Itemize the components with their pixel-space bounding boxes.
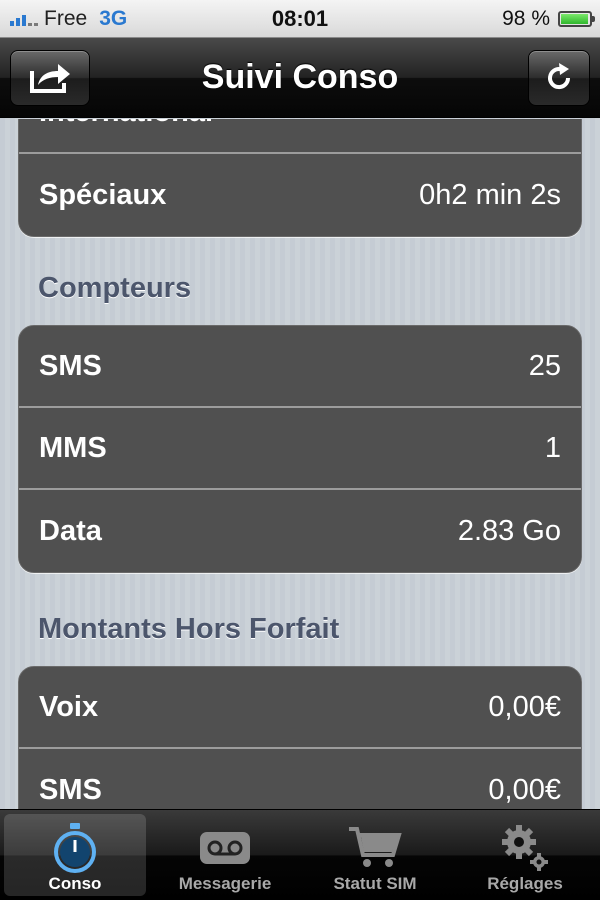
table-row-speciaux[interactable]: Spéciaux 0h2 min 2s bbox=[19, 154, 581, 236]
row-value: 0,00€ bbox=[488, 773, 561, 806]
row-label: Spéciaux bbox=[39, 178, 167, 211]
page-title: Suivi Conso bbox=[201, 58, 399, 96]
refresh-icon bbox=[548, 63, 571, 90]
row-value: 2.83 Go bbox=[457, 514, 561, 547]
gears-icon bbox=[495, 820, 555, 876]
section-header-compteurs: Compteurs bbox=[38, 272, 192, 304]
tab-label: Réglages bbox=[487, 874, 563, 893]
share-icon bbox=[30, 64, 70, 93]
tab-bar: Conso Messagerie Statut SIM Réglages bbox=[0, 809, 600, 900]
row-label: SMS bbox=[39, 773, 102, 806]
tab-label: Statut SIM bbox=[333, 874, 417, 893]
row-label: SMS bbox=[39, 349, 102, 382]
table-row-data[interactable]: Data 2.83 Go bbox=[19, 490, 581, 572]
battery-icon bbox=[558, 11, 595, 27]
row-label: Voix bbox=[39, 690, 99, 723]
status-bar: Free 3G 08:01 98 % bbox=[0, 0, 600, 38]
table-row-mms[interactable]: MMS 1 bbox=[19, 408, 581, 490]
stopwatch-icon bbox=[45, 820, 105, 876]
cart-icon bbox=[345, 820, 405, 876]
counters-group: SMS 25 MMS 1 Data 2.83 Go bbox=[18, 325, 582, 573]
battery-percent: 98 % bbox=[502, 7, 550, 30]
row-value: 0,00€ bbox=[488, 690, 561, 723]
row-value: 25 bbox=[528, 349, 561, 382]
row-label: Data bbox=[39, 514, 102, 547]
row-label: International bbox=[39, 119, 213, 129]
voicemail-icon bbox=[195, 820, 255, 876]
table-row-sms[interactable]: SMS 25 bbox=[19, 326, 581, 408]
row-label: MMS bbox=[39, 431, 107, 464]
status-right: 98 % bbox=[502, 6, 595, 32]
tab-messagerie[interactable]: Messagerie bbox=[150, 810, 300, 900]
tab-label: Messagerie bbox=[178, 874, 272, 893]
table-row-sms-amount[interactable]: SMS 0,00€ bbox=[19, 749, 581, 809]
table-row-voix[interactable]: Voix 0,00€ bbox=[19, 667, 581, 749]
tab-label: Conso bbox=[48, 874, 102, 893]
table-row-international[interactable]: International bbox=[19, 119, 581, 154]
share-button[interactable] bbox=[10, 50, 90, 106]
tab-reglages[interactable]: Réglages bbox=[450, 810, 600, 900]
refresh-button[interactable] bbox=[528, 50, 590, 106]
out-of-plan-group: Voix 0,00€ SMS 0,00€ bbox=[18, 666, 582, 809]
row-value: 0h2 min 2s bbox=[419, 178, 561, 211]
content-scroll-area[interactable]: International Spéciaux 0h2 min 2s Compte… bbox=[0, 119, 600, 809]
calls-group: International Spéciaux 0h2 min 2s bbox=[18, 119, 582, 237]
section-header-hors-forfait: Montants Hors Forfait bbox=[38, 613, 340, 645]
tab-conso[interactable]: Conso bbox=[0, 810, 150, 900]
row-value: 1 bbox=[544, 431, 561, 464]
navigation-bar: Suivi Conso bbox=[0, 38, 600, 118]
tab-statut-sim[interactable]: Statut SIM bbox=[300, 810, 450, 900]
battery-fill bbox=[561, 14, 589, 24]
